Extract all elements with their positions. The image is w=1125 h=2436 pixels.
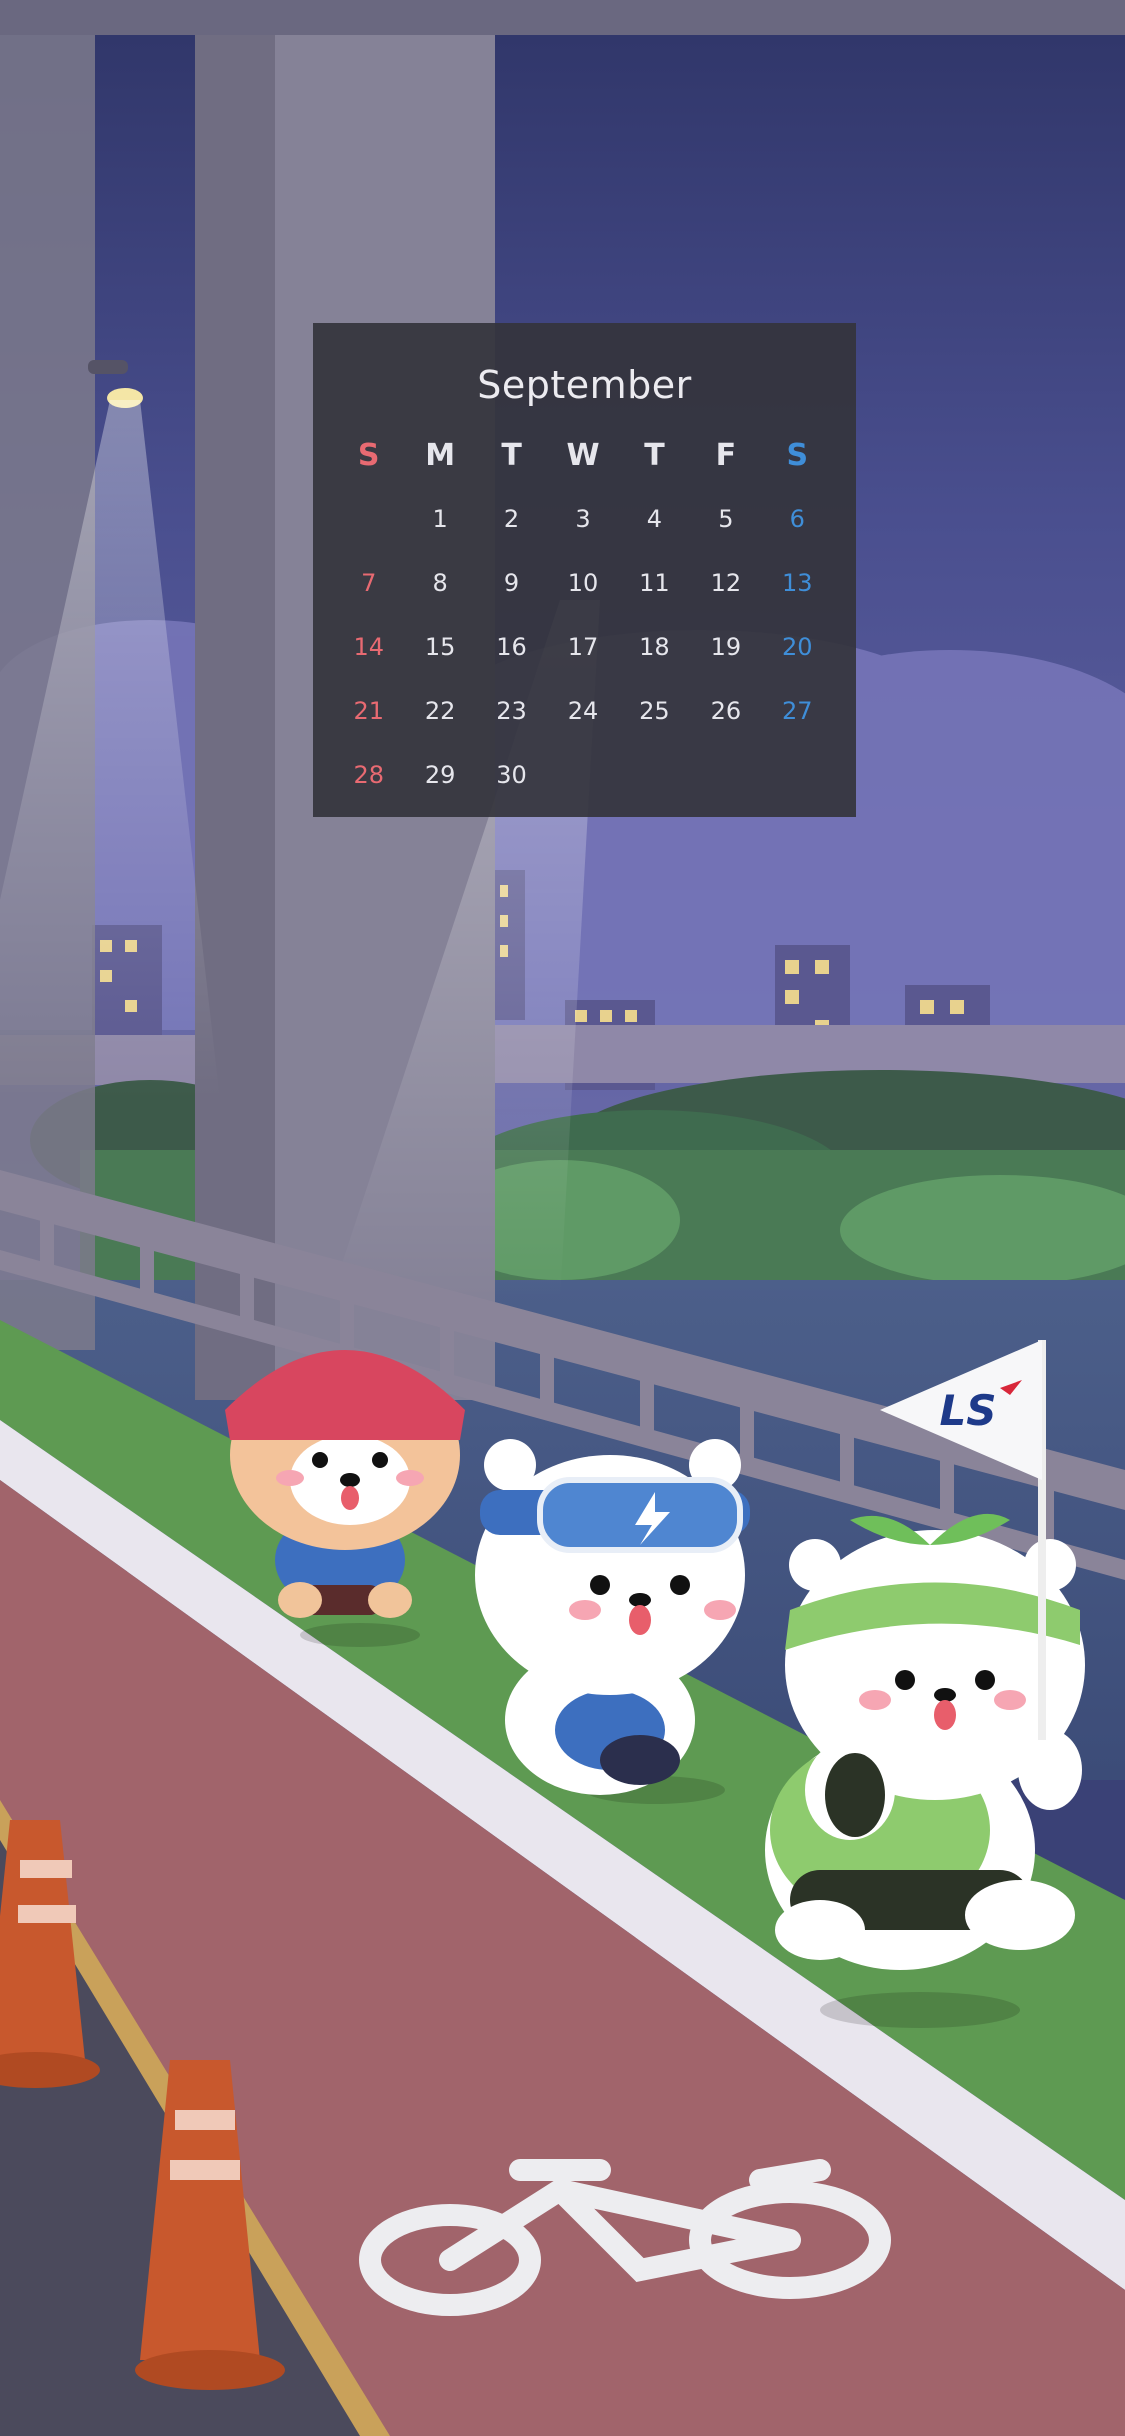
calendar-day: 16 xyxy=(496,633,527,661)
calendar-day: 1 xyxy=(432,505,448,533)
calendar-day: 15 xyxy=(424,633,456,661)
calendar-day: 12 xyxy=(710,569,742,597)
calendar-day: 28 xyxy=(353,761,384,789)
calendar-day: 9 xyxy=(503,569,520,597)
calendar-day: 22 xyxy=(424,697,456,725)
calendar-day: 17 xyxy=(567,633,599,661)
calendar-day xyxy=(619,743,690,807)
calendar-day xyxy=(333,487,404,551)
weekday-header: F xyxy=(715,437,737,473)
calendar-day: 29 xyxy=(424,761,456,789)
calendar-day: 19 xyxy=(710,633,742,661)
weekday-header: T xyxy=(644,437,665,473)
calendar-day: 10 xyxy=(567,569,599,597)
weekday-header: S xyxy=(786,437,809,473)
calendar-day: 4 xyxy=(646,505,663,533)
calendar-widget: September S M T W T F S 1 2 3 4 5 6 7 8 9 10 11 12 1… xyxy=(313,323,856,817)
weekday-header: W xyxy=(566,437,600,473)
calendar-day: 26 xyxy=(710,697,742,725)
calendar-day xyxy=(547,743,618,807)
calendar-day: 30 xyxy=(496,761,527,789)
calendar-day: 27 xyxy=(782,697,813,725)
calendar-day: 11 xyxy=(639,569,670,597)
calendar-day: 23 xyxy=(496,697,527,725)
calendar-day: 13 xyxy=(782,569,813,597)
calendar-day: 3 xyxy=(575,505,591,533)
calendar-day: 8 xyxy=(432,569,448,597)
weekday-header: S xyxy=(357,437,380,473)
flag-logo-text: LS xyxy=(939,1386,996,1435)
calendar-day xyxy=(690,743,761,807)
calendar-day: 5 xyxy=(718,505,734,533)
calendar-day: 7 xyxy=(361,569,377,597)
calendar-day: 6 xyxy=(789,505,805,533)
calendar-grid: S M T W T F S 1 2 3 4 5 6 7 8 9 10 11 12 13 14 15 16 17 1… xyxy=(333,423,833,807)
calendar-day: 18 xyxy=(639,633,670,661)
calendar-day: 24 xyxy=(567,697,599,725)
calendar-day: 14 xyxy=(353,633,384,661)
calendar-month-title: September xyxy=(477,363,692,407)
calendar-day: 21 xyxy=(353,697,384,725)
calendar-day: 20 xyxy=(782,633,813,661)
calendar-day xyxy=(762,743,833,807)
calendar-day: 25 xyxy=(639,697,670,725)
weekday-header: M xyxy=(425,437,456,473)
weekday-header: T xyxy=(501,437,522,473)
calendar-day: 2 xyxy=(503,505,520,533)
